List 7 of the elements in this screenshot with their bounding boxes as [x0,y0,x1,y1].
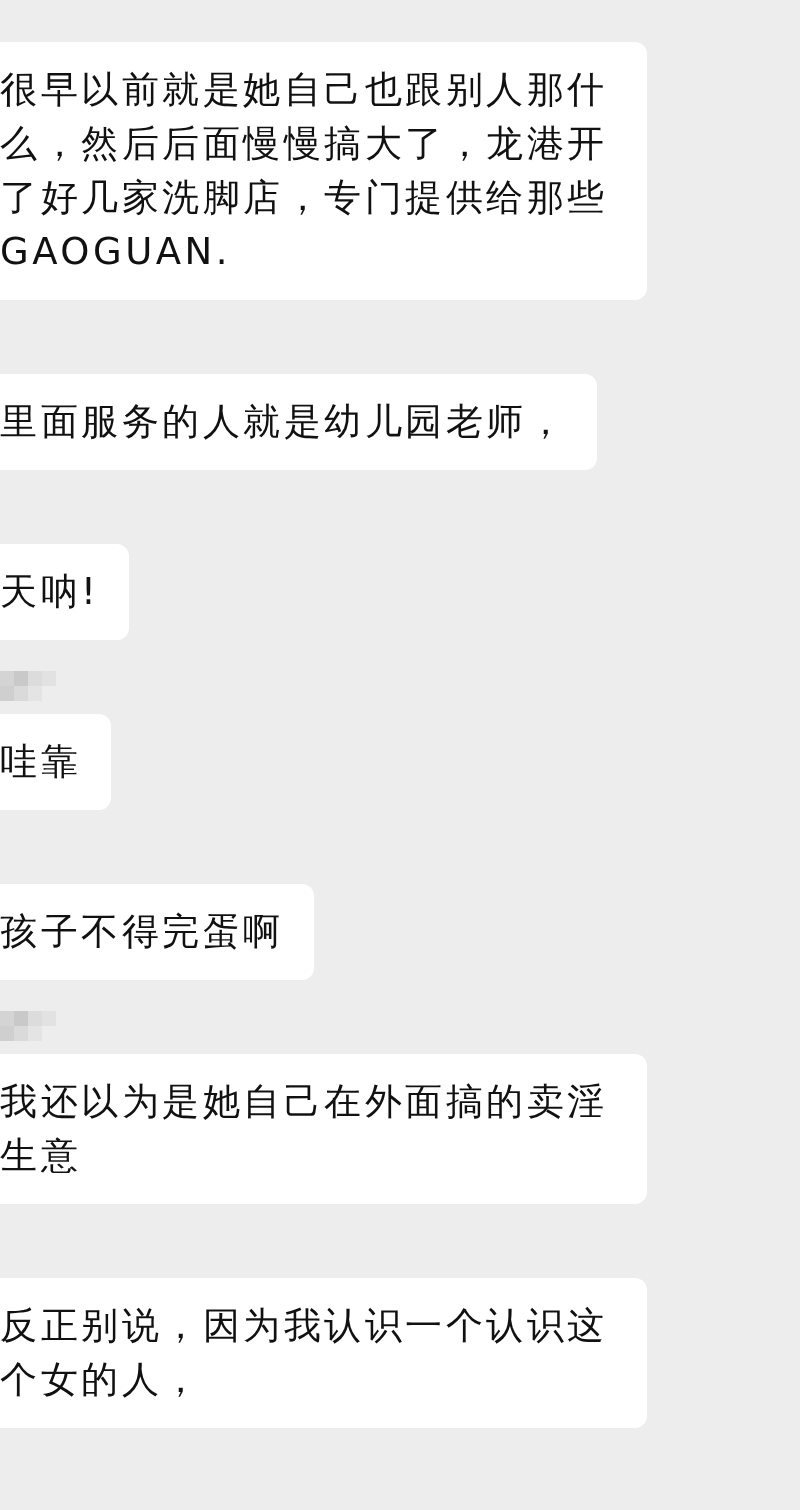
message-bubble: 很早以前就是她自己也跟别人那什么，然后后面慢慢搞大了，龙港开了好几家洗脚店，专门提供给那些GAOGUAN. [0,42,647,300]
message-bubble: 里面服务的人就是幼儿园老师， [0,374,597,470]
message-bubble: 哇靠 [0,714,111,810]
message-bubble: 孩子不得完蛋啊 [0,884,314,980]
message-bubble: 我还以为是她自己在外面搞的卖淫生意 [0,1054,647,1204]
message-bubble: 反正别说，因为我认识一个认识这个女的人， [0,1278,647,1428]
message-bubble: 天呐! [0,544,130,640]
